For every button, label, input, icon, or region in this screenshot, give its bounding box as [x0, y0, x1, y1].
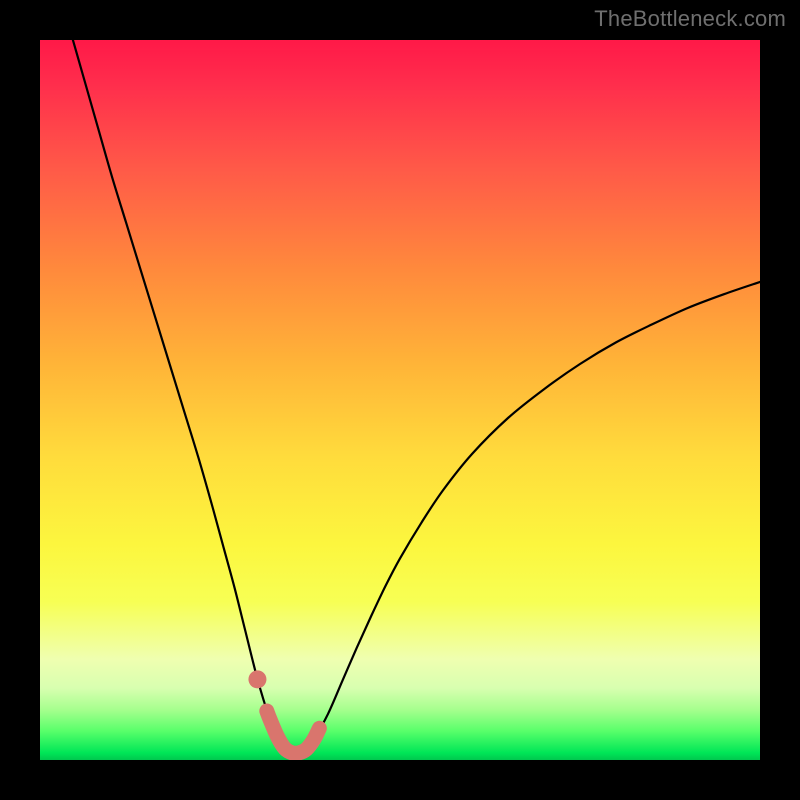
watermark-label: TheBottleneck.com: [594, 6, 786, 32]
plot-area: [40, 40, 760, 760]
heat-gradient: [40, 40, 760, 760]
chart-frame: TheBottleneck.com: [0, 0, 800, 800]
